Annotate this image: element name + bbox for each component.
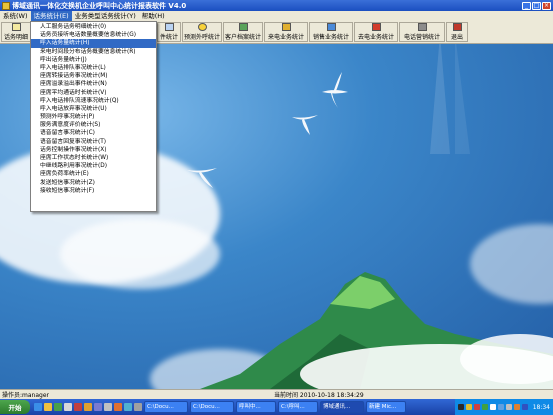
- window-controls: _ □ ×: [522, 1, 553, 10]
- toolbar-exit-button[interactable]: 退出: [446, 22, 468, 42]
- tray-icon[interactable]: [473, 404, 480, 410]
- tray-icon[interactable]: [497, 404, 504, 410]
- menu-item-agent-state-duration[interactable]: 座席工作状态时长统计(W): [31, 154, 156, 162]
- cloud: [60, 219, 220, 289]
- menu-item-sms-received[interactable]: 接收短信事况统计(F): [31, 187, 156, 195]
- title-bar: 博域通讯一体化交换机企业呼叫中心统计报表软件 V4.0 _ □ ×: [0, 0, 553, 11]
- quick-launch: [34, 403, 142, 411]
- menu-item-voicemail-reply[interactable]: 语音留言回复事况统计(T): [31, 138, 156, 146]
- tray-icon[interactable]: [465, 404, 472, 410]
- menu-item-inbound-volume[interactable]: 呼入话务量统计(H): [31, 39, 156, 48]
- menu-item-agent-transfer[interactable]: 座席转接话务事况统计(M): [31, 72, 156, 80]
- toolbar-detail-button[interactable]: 话务明细: [1, 22, 31, 42]
- menu-item-call-time-distribution[interactable]: 来电时间段分布话务概要信息统计(R): [31, 48, 156, 56]
- window-title: 博域通讯一体化交换机企业呼叫中心统计报表软件 V4.0: [12, 1, 187, 10]
- desktop-icon[interactable]: [64, 403, 72, 411]
- sun-icon: [197, 23, 207, 31]
- menu-item-queue-flow[interactable]: 呼入电话排队流速事况统计(Q): [31, 97, 156, 105]
- volume-icon[interactable]: [505, 404, 512, 410]
- menu-bar: 系统(W) 话务统计(E) 业务类型话务统计(Y) 帮助(H): [0, 11, 553, 21]
- close-icon[interactable]: ×: [542, 1, 551, 10]
- menu-item-trunk-utilization[interactable]: 中继线路利用事况统计(D): [31, 162, 156, 170]
- tray-icon[interactable]: [513, 404, 520, 410]
- stats-icon: [164, 23, 174, 31]
- menu-item-sms-sent[interactable]: 发送短信事况统计(Z): [31, 179, 156, 187]
- bird-illustration: [322, 72, 348, 108]
- start-label: 开始: [8, 404, 22, 412]
- taskbar-item[interactable]: 新建 Mic...: [366, 401, 406, 413]
- menu-item-call-control[interactable]: 话务控制操作事况统计(X): [31, 146, 156, 154]
- status-bar: 操作员:manager 当前时间 2010-10-18 18:34:29: [0, 389, 553, 399]
- mountain-illustration: [200, 272, 553, 389]
- taskbar-item[interactable]: 呼叫中...: [236, 401, 276, 413]
- cart-icon: [326, 23, 336, 31]
- toolbar-sales-business-button[interactable]: 销售业务统计: [309, 22, 353, 42]
- menu-item-agent-overflow[interactable]: 座席溢录溢出事件统计(N): [31, 80, 156, 88]
- menu-item-outbound-volume[interactable]: 呼出话务量统计(J): [31, 56, 156, 64]
- report-icon: [11, 23, 21, 31]
- tray-icon[interactable]: [521, 404, 528, 410]
- menu-item-voicemail[interactable]: 语音留言事况统计(C): [31, 129, 156, 137]
- clock: 18:34: [532, 403, 550, 411]
- app-icon[interactable]: [84, 403, 92, 411]
- phone-icon: [281, 23, 291, 31]
- app-icon[interactable]: [124, 403, 132, 411]
- toolbar-customer-file-button[interactable]: 客户档案统计: [223, 22, 263, 42]
- app-icon: [2, 1, 10, 10]
- menu-business-type-stats[interactable]: 业务类型话务统计(Y): [72, 11, 139, 21]
- taskbar-item[interactable]: C:\Docu...: [190, 401, 234, 413]
- app-icon[interactable]: [74, 403, 82, 411]
- menu-item-avg-talk-time[interactable]: 座席平均通话时长统计(V): [31, 89, 156, 97]
- menu-traffic-stats[interactable]: 话务统计(E): [30, 11, 72, 21]
- toolbar-telemarketing-button[interactable]: 电话营销统计: [399, 22, 445, 42]
- app-icon[interactable]: [134, 403, 142, 411]
- menu-item-agent-load[interactable]: 座席负荷率统计(E): [31, 170, 156, 178]
- chart-icon: [238, 23, 248, 31]
- app-icon[interactable]: [94, 403, 102, 411]
- toolbar-event-stats-button[interactable]: 件统计: [157, 22, 181, 42]
- current-time-label: 当前时间 2010-10-18 18:34:29: [274, 392, 364, 399]
- menu-help[interactable]: 帮助(H): [139, 11, 168, 21]
- taskbar-item[interactable]: C:\呼叫...: [278, 401, 318, 413]
- tray-icon[interactable]: [457, 404, 464, 410]
- operator-label: 操作员:manager: [2, 392, 49, 399]
- start-button[interactable]: 开始: [0, 400, 30, 414]
- maximize-icon[interactable]: □: [532, 1, 541, 10]
- exit-icon: [452, 23, 462, 31]
- menu-system[interactable]: 系统(W): [0, 11, 31, 21]
- toolbar-outgoing-business-button[interactable]: 去电业务统计: [354, 22, 398, 42]
- menu-item-predictive-dial[interactable]: 预测外呼事况统计(P): [31, 113, 156, 121]
- tray-icon[interactable]: [489, 404, 496, 410]
- app-icon[interactable]: [114, 403, 122, 411]
- bird-illustration: [292, 115, 318, 135]
- taskbar-item[interactable]: C:\Docu...: [144, 401, 188, 413]
- taskbar-item-active[interactable]: 博域通讯...: [320, 401, 364, 413]
- menu-item-inbound-queue[interactable]: 呼入电话排队事况统计(L): [31, 64, 156, 72]
- toolbar-predictive-dial-button[interactable]: 预测外呼统计: [182, 22, 222, 42]
- tray-icon[interactable]: [481, 404, 488, 410]
- app-icon[interactable]: [54, 403, 62, 411]
- menu-item-abandoned-calls[interactable]: 呼入电话放弃事况统计(U): [31, 105, 156, 113]
- system-tray: 18:34: [454, 399, 553, 415]
- sun-rays: [430, 44, 470, 154]
- folder-icon[interactable]: [44, 403, 52, 411]
- menu-item-satisfaction[interactable]: 服务满意度评价统计(S): [31, 121, 156, 129]
- toolbar-incoming-business-button[interactable]: 来电业务统计: [264, 22, 308, 42]
- minimize-icon[interactable]: _: [522, 1, 531, 10]
- app-icon[interactable]: [104, 403, 112, 411]
- menu-item-manual-service-detail[interactable]: 人工服务话务明细统计(0): [31, 23, 156, 31]
- taskbar: 开始 C:\Docu... C:\Docu... 呼叫中... C:\呼叫...…: [0, 399, 553, 415]
- ie-icon[interactable]: [34, 403, 42, 411]
- bird-illustration: [187, 168, 217, 188]
- menu-item-agent-answer-summary[interactable]: 话务员接听电话数量概要信息统计(G): [31, 31, 156, 39]
- traffic-stats-dropdown: 人工服务话务明细统计(0) 话务员接听电话数量概要信息统计(G) 呼入话务量统计…: [30, 21, 157, 212]
- marketing-icon: [417, 23, 427, 31]
- outgoing-icon: [371, 23, 381, 31]
